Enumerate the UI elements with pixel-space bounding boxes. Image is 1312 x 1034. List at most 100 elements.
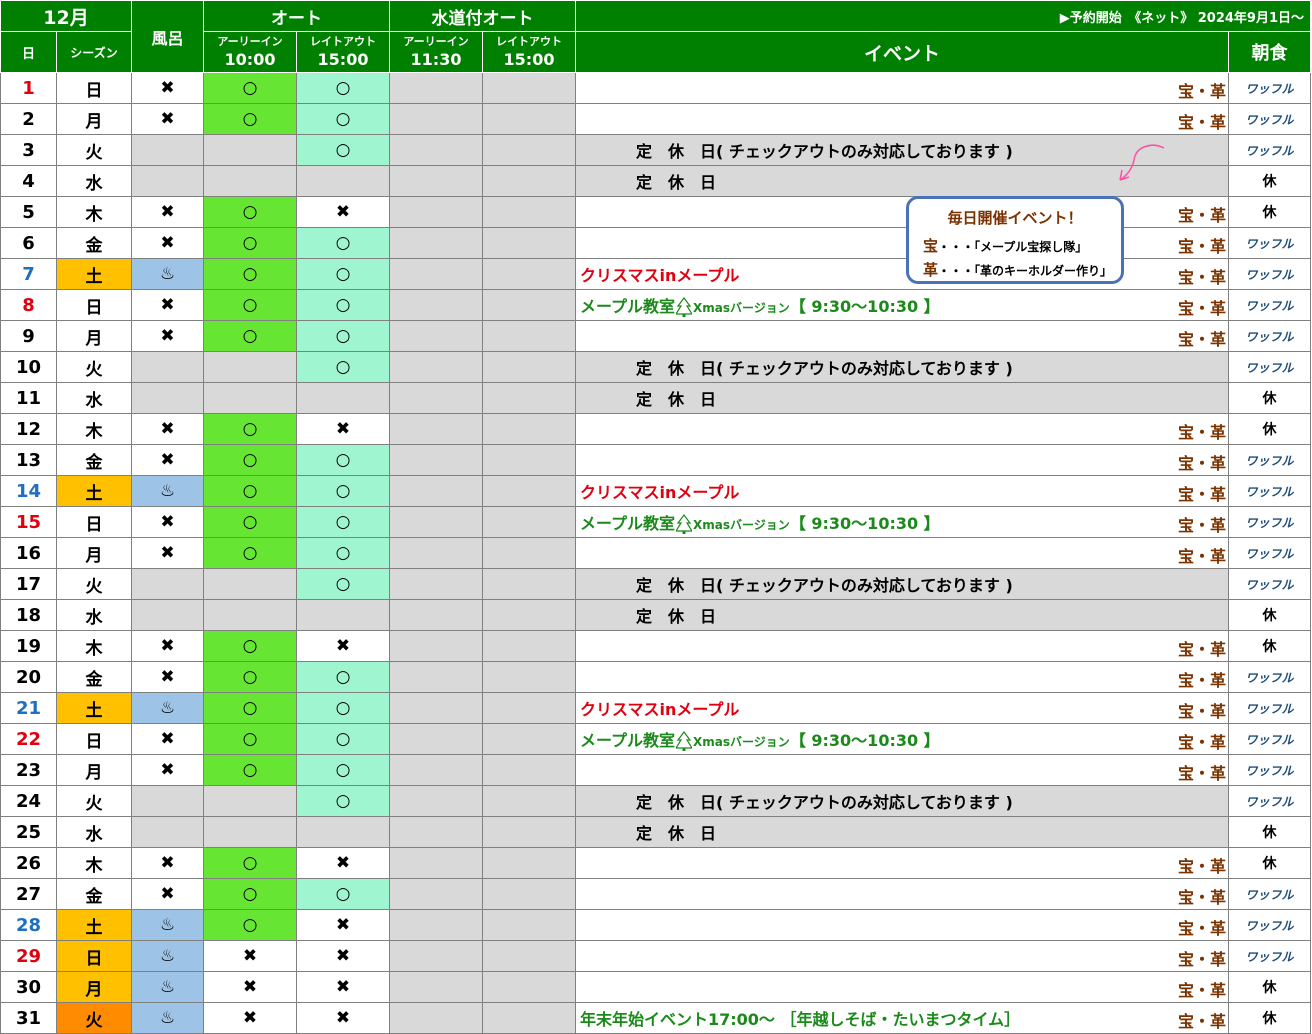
bath-cell: ✖ [131,320,204,352]
day-cell: 7 [0,258,57,290]
auto-early-cell: ○ [203,878,297,910]
auto-early-cell: ○ [203,692,297,724]
day-cell: 30 [0,971,57,1003]
auto-late-cell: ○ [296,258,390,290]
water-late-cell [482,351,576,383]
bath-cell: ♨ [131,475,204,507]
weekday-cell: 金 [56,661,132,693]
weekday-cell: 月 [56,103,132,135]
auto-header: オート [203,0,390,32]
event-cell: メープル教室 Xmasバージョン【 9:30～10:30 】 宝・革 [575,723,1229,755]
weekday-cell: 火 [56,351,132,383]
bath-cell: ✖ [131,878,204,910]
bath-cell: ♨ [131,909,204,941]
christmas-event: クリスマスinメープル [580,483,740,502]
auto-late-cell: ○ [296,289,390,321]
auto-early-cell: ○ [203,475,297,507]
auto-early-cell [203,351,297,383]
day-cell: 12 [0,413,57,445]
water-late-cell [482,723,576,755]
auto-early-cell: ○ [203,630,297,662]
auto-late-cell [296,599,390,631]
water-early-cell [389,289,483,321]
water-early-cell [389,444,483,476]
bath-cell [131,134,204,166]
early-in-label: アーリーイン [217,35,283,48]
water-late-cell [482,444,576,476]
bath-cell [131,599,204,631]
water-late-cell [482,754,576,786]
day-cell: 15 [0,506,57,538]
water-early-cell [389,165,483,197]
table-row: 30 月 ♨ ✖ ✖ 宝・革休 [0,971,1311,1003]
water-early-cell [389,754,483,786]
auto-early-cell: ○ [203,72,297,104]
bath-cell: ♨ [131,940,204,972]
weekday-cell: 土 [56,692,132,724]
table-row: 1 日 ✖ ○ ○ 宝・革 ワッフル [0,72,1311,104]
ticket-label: 宝・革 [1177,485,1226,504]
breakfast-cell: ワッフル [1228,289,1311,321]
weekday-cell: 月 [56,971,132,1003]
ticket-label: 宝・革 [1177,206,1226,225]
weekday-cell: 日 [56,72,132,104]
day-cell: 10 [0,351,57,383]
closed-day-text: 定 休 日( チェックアウトのみ対応しております ) [636,359,1013,378]
weekday-cell: 日 [56,723,132,755]
note-text-treasure: ・・・「メープル宝探し隊」 [938,240,1088,254]
ticket-label: 宝・革 [1177,82,1226,101]
auto-late-cell: ○ [296,506,390,538]
water-late-cell [482,816,576,848]
breakfast-cell: ワッフル [1228,785,1311,817]
bath-cell: ✖ [131,661,204,693]
event-cell: 宝・革 [575,537,1229,569]
water-late-cell [482,506,576,538]
classroom-time: 【 9:30～10:30 】 [789,296,940,316]
auto-early-cell: ○ [203,537,297,569]
breakfast-cell: ワッフル [1228,506,1311,538]
day-cell: 20 [0,661,57,693]
bath-cell: ✖ [131,444,204,476]
auto-late-cell: ✖ [296,847,390,879]
weekday-cell: 月 [56,754,132,786]
day-cell: 31 [0,1002,57,1034]
day-cell: 9 [0,320,57,352]
weekday-cell: 土 [56,909,132,941]
water-early-cell [389,320,483,352]
bath-cell: ✖ [131,506,204,538]
day-cell: 13 [0,444,57,476]
weekday-cell: 土 [56,475,132,507]
auto-early-cell: ○ [203,258,297,290]
water-late-cell [482,413,576,445]
christmas-tree-icon [676,297,693,318]
day-cell: 21 [0,692,57,724]
ticket-label: 宝・革 [1177,671,1226,690]
classroom-title: メープル教室 [580,296,676,316]
water-late-cell [482,537,576,569]
breakfast-cell: ワッフル [1228,878,1311,910]
table-row: 15 日 ✖ ○ ○ メープル教室 Xmasバージョン【 9:30～10:30 】宝・革 ワッ… [0,506,1311,538]
day-cell: 27 [0,878,57,910]
event-cell: メープル教室 Xmasバージョン【 9:30～10:30 】 宝・革 [575,506,1229,538]
table-row: 27 金 ✖ ○ ○ 宝・革 ワッフル [0,878,1311,910]
ticket-label: 宝・革 [1177,950,1226,969]
late-out-label: レイトアウト [496,35,562,48]
water-late-cell [482,599,576,631]
water-late-cell [482,258,576,290]
event-cell: 宝・革 [575,413,1229,445]
auto-late-cell: ✖ [296,940,390,972]
water-early-cell [389,134,483,166]
early-in-label: アーリーイン [403,35,469,48]
reservation-start: ▶予約開始 《ネット》 2024年9月1日～ [575,0,1311,32]
weekday-cell: 木 [56,630,132,662]
water-late-cell [482,475,576,507]
water-late-cell [482,72,576,104]
closed-day-text: 定 休 日( チェックアウトのみ対応しております ) [636,793,1013,812]
table-row: 23 月 ✖ ○ ○ 宝・革 ワッフル [0,754,1311,786]
auto-early-cell: ○ [203,754,297,786]
breakfast-cell: 休 [1228,382,1311,414]
table-row: 22 日 ✖ ○ ○ メープル教室 Xmasバージョン【 9:30～10:30 】宝・革 ワッ… [0,723,1311,755]
breakfast-cell: ワッフル [1228,661,1311,693]
ticket-label: 宝・革 [1177,764,1226,783]
event-cell: 定 休 日 [575,382,1229,414]
